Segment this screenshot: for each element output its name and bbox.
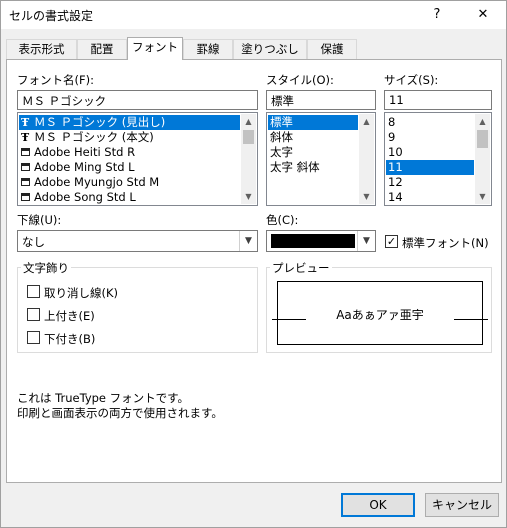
description-line1: これは TrueType フォントです。 — [17, 391, 190, 405]
close-button[interactable]: ✕ — [461, 1, 505, 29]
truetype-icon: Ŧ — [21, 116, 30, 129]
font-list-scrollbar[interactable]: ▲ ▼ — [241, 114, 256, 204]
subscript-checkbox[interactable] — [27, 331, 40, 344]
color-dropdown[interactable]: ▼ — [266, 230, 376, 252]
scroll-down-icon[interactable]: ▼ — [475, 189, 490, 204]
font-list-item[interactable]: Adobe Myungjo Std M — [19, 175, 240, 190]
tab-font[interactable]: フォント — [127, 37, 183, 60]
style-list-item[interactable]: 標準 — [268, 115, 358, 130]
strikethrough-label: 取り消し線(K) — [44, 286, 119, 300]
tab-alignment[interactable]: 配置 — [77, 39, 127, 59]
scroll-thumb[interactable] — [477, 130, 488, 148]
font-name-label: フォント名(F): — [17, 73, 94, 87]
font-list-item[interactable]: Adobe Ming Std L — [19, 160, 240, 175]
style-list-item[interactable]: 斜体 — [268, 130, 358, 145]
font-list-item[interactable]: Adobe Song Std L — [19, 190, 240, 205]
style-list-scrollbar[interactable]: ▲ ▼ — [359, 114, 374, 204]
truetype-icon: Ŧ — [21, 131, 30, 144]
color-swatch — [271, 234, 355, 248]
color-label: 色(C): — [266, 213, 299, 227]
underline-label: 下線(U): — [17, 213, 62, 227]
font-list-item[interactable]: Adobe Heiti Std R — [19, 145, 240, 160]
effects-title: 文字飾り — [21, 260, 71, 276]
preview-title: プレビュー — [270, 260, 332, 276]
font-style-list[interactable]: 標準 斜体 太字 太字 斜体 ▲ ▼ — [266, 112, 376, 206]
style-list-item[interactable]: 太字 — [268, 145, 358, 160]
format-cells-dialog: セルの書式設定 ? ✕ 表示形式 配置 フォント 罫線 塗りつぶし 保護 フォン… — [0, 0, 507, 528]
font-name-list[interactable]: Ŧ ＭＳ Ｐゴシック (見出し) Ŧ ＭＳ Ｐゴシック (本文) Adobe Hei… — [17, 112, 258, 206]
size-list-item[interactable]: 8 — [386, 115, 474, 130]
font-style-input[interactable]: 標準 — [266, 90, 376, 110]
font-list-item[interactable]: Ŧ ＭＳ Ｐゴシック (見出し) — [19, 115, 240, 130]
chevron-down-icon[interactable]: ▼ — [239, 231, 257, 251]
font-size-label: サイズ(S): — [384, 73, 439, 87]
tab-strip: 表示形式 配置 フォント 罫線 塗りつぶし 保護 — [6, 37, 502, 60]
superscript-checkbox[interactable] — [27, 308, 40, 321]
description-line2: 印刷と画面表示の両方で使用されます。 — [17, 406, 223, 420]
printer-font-icon — [21, 191, 34, 202]
ok-button[interactable]: OK — [341, 493, 415, 517]
size-list-item[interactable]: 10 — [386, 145, 474, 160]
font-style-label: スタイル(O): — [266, 73, 334, 87]
help-button[interactable]: ? — [415, 1, 459, 29]
preview-box: Aaあぁアァ亜宇 — [272, 281, 488, 345]
strikethrough-checkbox[interactable] — [27, 285, 40, 298]
cancel-button[interactable]: キャンセル — [425, 493, 499, 517]
superscript-label: 上付き(E) — [44, 309, 95, 323]
dialog-title: セルの書式設定 — [9, 9, 94, 23]
font-size-list[interactable]: 8 9 10 11 12 14 ▲ ▼ — [384, 112, 492, 206]
normal-font-checkbox[interactable]: ✓ — [385, 235, 398, 248]
scroll-down-icon[interactable]: ▼ — [359, 189, 374, 204]
size-list-item[interactable]: 9 — [386, 130, 474, 145]
scroll-thumb[interactable] — [243, 130, 254, 144]
tab-fill[interactable]: 塗りつぶし — [233, 39, 307, 59]
preview-sample: Aaあぁアァ亜宇 — [336, 308, 424, 322]
scroll-up-icon[interactable]: ▲ — [359, 114, 374, 129]
scroll-up-icon[interactable]: ▲ — [241, 114, 256, 129]
printer-font-icon — [21, 146, 34, 157]
scroll-down-icon[interactable]: ▼ — [241, 189, 256, 204]
printer-font-icon — [21, 161, 34, 172]
underline-value: なし — [22, 235, 45, 249]
underline-dropdown[interactable]: なし ▼ — [17, 230, 258, 252]
printer-font-icon — [21, 176, 34, 187]
size-list-item[interactable]: 14 — [386, 190, 474, 205]
size-list-item[interactable]: 11 — [386, 160, 474, 175]
chevron-down-icon[interactable]: ▼ — [357, 231, 375, 251]
scroll-up-icon[interactable]: ▲ — [475, 114, 490, 129]
size-list-item[interactable]: 12 — [386, 175, 474, 190]
normal-font-label: 標準フォント(N) — [402, 236, 489, 250]
tab-border[interactable]: 罫線 — [183, 39, 233, 59]
font-tab-page: フォント名(F): ＭＳ Ｐゴシック Ŧ ＭＳ Ｐゴシック (見出し) Ŧ ＭＳ Ｐ… — [6, 59, 502, 483]
subscript-label: 下付き(B) — [44, 332, 96, 346]
font-name-input[interactable]: ＭＳ Ｐゴシック — [17, 90, 258, 110]
font-list-item[interactable]: Ŧ ＭＳ Ｐゴシック (本文) — [19, 130, 240, 145]
style-list-item[interactable]: 太字 斜体 — [268, 160, 358, 175]
size-list-scrollbar[interactable]: ▲ ▼ — [475, 114, 490, 204]
tab-protection[interactable]: 保護 — [307, 39, 357, 59]
font-size-input[interactable]: 11 — [384, 90, 492, 110]
title-bar: セルの書式設定 ? ✕ — [1, 1, 506, 29]
tab-number-format[interactable]: 表示形式 — [6, 39, 77, 59]
